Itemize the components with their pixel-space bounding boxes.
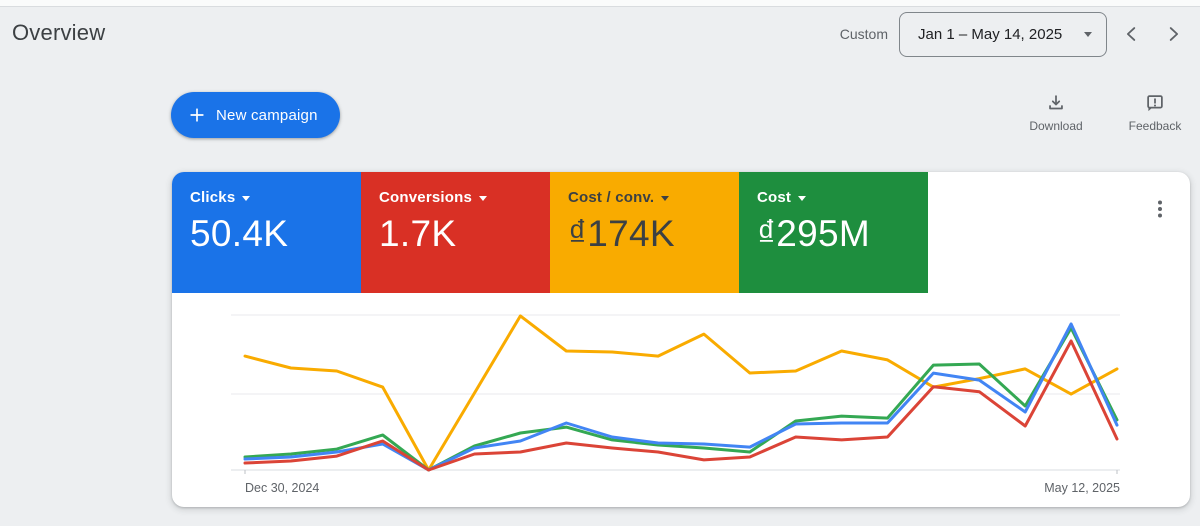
feedback-label: Feedback — [1129, 119, 1182, 133]
top-divider — [0, 0, 1200, 7]
scorecard-clicks[interactable]: Clicks 50.4K — [172, 172, 361, 293]
new-campaign-button[interactable]: New campaign — [171, 92, 340, 138]
download-button[interactable]: Download — [1018, 92, 1094, 133]
scorecard-label: Cost — [757, 189, 791, 206]
overview-performance-card: Clicks 50.4K Conversions 1.7K Cost / con… — [172, 172, 1190, 507]
scorecard-value: ₫174K — [568, 213, 727, 255]
dropdown-caret-icon — [1084, 32, 1092, 37]
next-period-button[interactable] — [1157, 12, 1189, 57]
card-options-button[interactable] — [1145, 194, 1175, 224]
metric-scorecards: Clicks 50.4K Conversions 1.7K Cost / con… — [172, 172, 928, 293]
metric-caret-icon — [661, 196, 669, 201]
download-label: Download — [1029, 119, 1082, 133]
x-axis-start-label: Dec 30, 2024 — [245, 481, 319, 495]
date-range-text: Jan 1 – May 14, 2025 — [918, 26, 1062, 43]
metric-caret-icon — [798, 196, 806, 201]
chevron-left-icon — [1121, 23, 1143, 45]
scorecard-value: ₫295M — [757, 213, 916, 255]
scorecard-value: 50.4K — [190, 213, 349, 255]
date-range-selector[interactable]: Jan 1 – May 14, 2025 — [899, 12, 1107, 57]
page-title: Overview — [12, 20, 105, 46]
date-range-controls: Custom Jan 1 – May 14, 2025 — [840, 11, 1189, 57]
scorecard-conversions[interactable]: Conversions 1.7K — [361, 172, 550, 293]
feedback-icon — [1144, 92, 1166, 114]
scorecard-label: Conversions — [379, 189, 472, 206]
scorecard-cost-per-conv[interactable]: Cost / conv. ₫174K — [550, 172, 739, 293]
scorecard-label: Clicks — [190, 189, 235, 206]
chevron-right-icon — [1162, 23, 1184, 45]
feedback-button[interactable]: Feedback — [1117, 92, 1193, 133]
kebab-menu-icon — [1148, 197, 1172, 221]
metric-caret-icon — [479, 196, 487, 201]
scorecard-value: 1.7K — [379, 213, 538, 255]
previous-period-button[interactable] — [1116, 12, 1148, 57]
x-axis-end-label: May 12, 2025 — [1044, 481, 1120, 495]
plus-icon — [187, 105, 207, 125]
metric-caret-icon — [242, 196, 250, 201]
scorecard-cost[interactable]: Cost ₫295M — [739, 172, 928, 293]
download-icon — [1045, 92, 1067, 114]
new-campaign-label: New campaign — [216, 107, 318, 124]
scorecard-label: Cost / conv. — [568, 189, 654, 206]
date-range-type-label: Custom — [840, 26, 888, 42]
